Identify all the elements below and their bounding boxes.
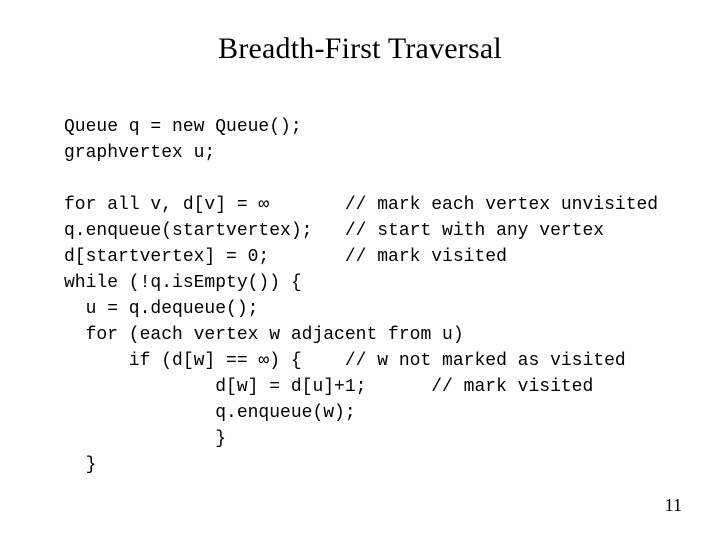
code-line: } bbox=[64, 429, 226, 449]
code-block: Queue q = new Queue(); graphvertex u; fo… bbox=[64, 88, 680, 478]
code-line: d[startvertex] = 0; // mark visited bbox=[64, 247, 507, 267]
code-line: d[w] = d[u]+1; // mark visited bbox=[64, 377, 593, 397]
code-line: for all v, d[v] = ∞ // mark each vertex … bbox=[64, 195, 658, 215]
code-line: if (d[w] == ∞) { // w not marked as visi… bbox=[64, 351, 626, 371]
code-line: q.enqueue(w); bbox=[64, 403, 356, 423]
code-line: while (!q.isEmpty()) { bbox=[64, 273, 302, 293]
code-line: graphvertex u; bbox=[64, 143, 215, 163]
code-line: q.enqueue(startvertex); // start with an… bbox=[64, 221, 604, 241]
code-line: } bbox=[64, 455, 96, 475]
slide: Breadth-First Traversal Queue q = new Qu… bbox=[0, 0, 720, 540]
code-line: for (each vertex w adjacent from u) bbox=[64, 325, 464, 345]
page-number: 11 bbox=[665, 495, 682, 516]
slide-title: Breadth-First Traversal bbox=[0, 32, 720, 66]
code-line: u = q.dequeue(); bbox=[64, 299, 258, 319]
code-line: Queue q = new Queue(); bbox=[64, 117, 302, 137]
